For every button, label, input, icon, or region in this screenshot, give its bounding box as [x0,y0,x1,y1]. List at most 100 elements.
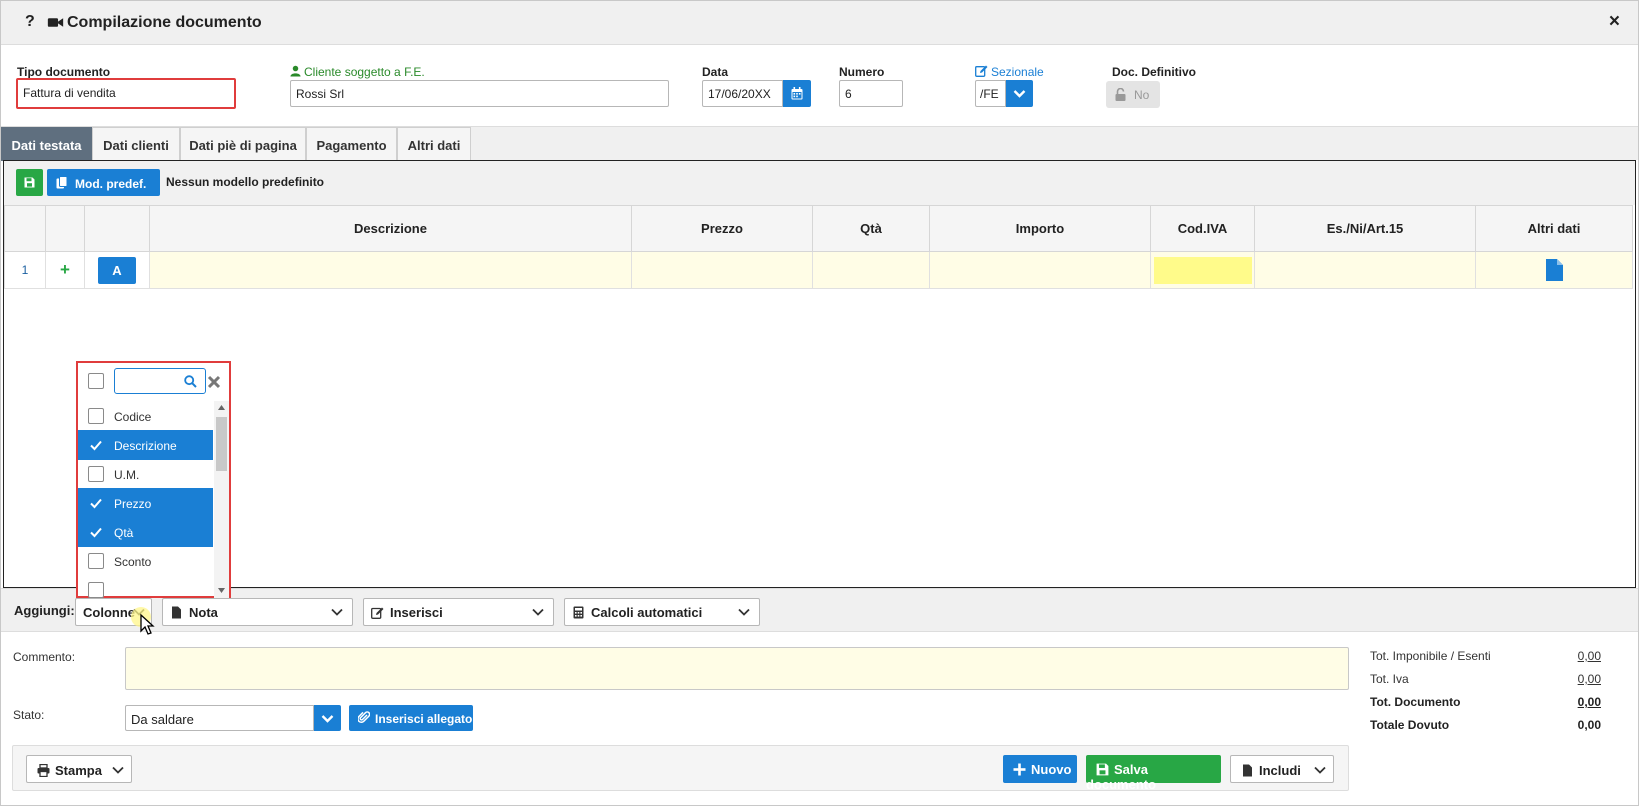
column-option-qta[interactable]: Qtà [78,517,213,547]
stato-label: Stato: [13,708,45,722]
no-model-text: Nessun modello predefinito [166,175,325,189]
cliente-label: Cliente soggetto a F.E. [304,65,425,79]
doc-definitivo-toggle[interactable]: No [1106,81,1160,108]
stato-select[interactable]: Da saldare [125,705,314,731]
tot-documento-label: Tot. Documento [1370,695,1461,709]
tot-documento-value[interactable]: 0,00 [1541,695,1601,709]
lines-grid: Descrizione Prezzo Qtà Importo Cod.IVA E… [4,205,1633,289]
inserisci-allegato-button[interactable]: Inserisci allegato [349,705,473,731]
column-option-codice[interactable]: Codice [78,401,213,431]
grid-header-row: Descrizione Prezzo Qtà Importo Cod.IVA E… [4,205,1633,252]
document-header: Tipo documento Fattura di vendita Client… [1,45,1638,126]
sezionale-label[interactable]: Sezionale [991,65,1044,79]
col-header-num [4,205,46,252]
mod-predef-label: Mod. predef. [75,177,147,191]
document-icon[interactable] [1545,259,1563,281]
chevron-down-icon [1013,90,1026,98]
cliente-field[interactable]: Rossi Srl [290,80,669,107]
chevron-down-icon [112,766,124,774]
codice-checkbox[interactable] [88,408,104,424]
data-field[interactable]: 17/06/20XX [702,80,783,107]
column-option-um[interactable]: U.M. [78,459,213,489]
clear-icon[interactable] [206,374,222,390]
video-camera-icon[interactable] [47,14,64,31]
col-header-importo[interactable]: Importo [929,205,1151,252]
numero-field[interactable]: 6 [839,80,903,107]
tot-imponibile-value[interactable]: 0,00 [1541,649,1601,663]
scroll-down-icon[interactable] [217,587,226,594]
column-option-descrizione[interactable]: Descrizione [78,430,213,460]
tab-dati-testata[interactable]: Dati testata [1,127,92,161]
row-type-button[interactable]: A [98,256,136,284]
column-picker-scrollbar[interactable] [214,401,229,598]
help-icon[interactable]: ? [25,13,35,31]
tot-imponibile-label: Tot. Imponibile / Esenti [1370,649,1491,663]
calendar-button[interactable] [783,80,811,107]
col-header-prezzo[interactable]: Prezzo [631,205,813,252]
lines-panel: Mod. predef. Nessun modello predefinito … [3,160,1636,588]
tot-iva-label: Tot. Iva [1370,672,1409,686]
totale-dovuto-value: 0,00 [1577,718,1601,732]
sconto-checkbox[interactable] [88,553,104,569]
tipo-documento-field[interactable]: Fattura di vendita [16,78,236,109]
column-option-partial[interactable] [78,575,213,598]
doc-definitivo-value: No [1134,88,1150,102]
salva-documento-button[interactable]: Salva documento [1086,755,1221,792]
tab-pagamento[interactable]: Pagamento [306,127,397,161]
cell-qta[interactable] [812,251,930,289]
paperclip-icon [358,711,370,723]
cell-importo[interactable] [929,251,1151,289]
data-label: Data [702,65,729,79]
scroll-thumb[interactable] [216,417,227,471]
nota-dropdown[interactable]: Nota [162,598,353,626]
document-window: ? Compilazione documento × Tipo document… [0,0,1639,806]
inserisci-dropdown[interactable]: Inserisci [363,598,554,626]
save-icon [24,177,35,188]
um-checkbox[interactable] [88,466,104,482]
partial-checkbox[interactable] [88,582,104,598]
sezionale-dropdown-button[interactable] [1006,80,1033,107]
commento-field[interactable] [125,647,1349,690]
calcoli-label: Calcoli automatici [591,605,703,620]
cell-prezzo[interactable] [631,251,813,289]
nuovo-button[interactable]: Nuovo [1003,755,1077,783]
nota-label: Nota [189,605,218,620]
mod-predef-button[interactable]: Mod. predef. [47,169,160,196]
includi-button[interactable]: Includi [1230,755,1334,783]
column-option-prezzo[interactable]: Prezzo [78,488,213,518]
user-icon [290,65,301,77]
cell-cod-iva[interactable] [1150,251,1255,289]
col-header-cod-iva[interactable]: Cod.IVA [1150,205,1255,252]
tab-dati-pie-di-pagina[interactable]: Dati piè di pagina [180,127,306,161]
column-option-sconto[interactable]: Sconto [78,546,213,576]
tab-dati-clienti[interactable]: Dati clienti [92,127,180,161]
copy-icon [56,176,68,189]
col-header-altri-dati[interactable]: Altri dati [1475,205,1633,252]
allegato-label: Inserisci allegato [375,712,473,726]
table-row: 1 + A [4,251,1633,289]
select-all-checkbox[interactable] [88,373,104,389]
save-model-button[interactable] [16,169,43,196]
col-header-descrizione[interactable]: Descrizione [149,205,632,252]
check-icon [90,527,102,538]
col-header-qta[interactable]: Qtà [812,205,930,252]
nuovo-label: Nuovo [1031,762,1072,777]
cell-descrizione[interactable] [149,251,632,289]
calcoli-automatici-dropdown[interactable]: Calcoli automatici [564,598,760,626]
add-row-button[interactable]: + [45,251,85,289]
cell-es-ni-art15[interactable] [1254,251,1476,289]
plus-icon [1013,763,1026,776]
cell-altri-dati[interactable] [1475,251,1633,289]
scroll-up-icon[interactable] [217,404,226,411]
col-header-type [84,205,150,252]
stampa-button[interactable]: Stampa [26,755,132,783]
cod-iva-highlight [1153,256,1252,284]
close-icon[interactable]: × [1609,11,1620,33]
stato-dropdown-button[interactable] [314,705,341,731]
tot-iva-value[interactable]: 0,00 [1541,672,1601,686]
includi-label: Includi [1259,763,1301,778]
tab-altri-dati[interactable]: Altri dati [397,127,471,161]
col-header-es-ni-art15[interactable]: Es./Ni/Art.15 [1254,205,1476,252]
sezionale-field[interactable]: /FE [975,80,1006,107]
unlock-icon [1115,88,1126,101]
